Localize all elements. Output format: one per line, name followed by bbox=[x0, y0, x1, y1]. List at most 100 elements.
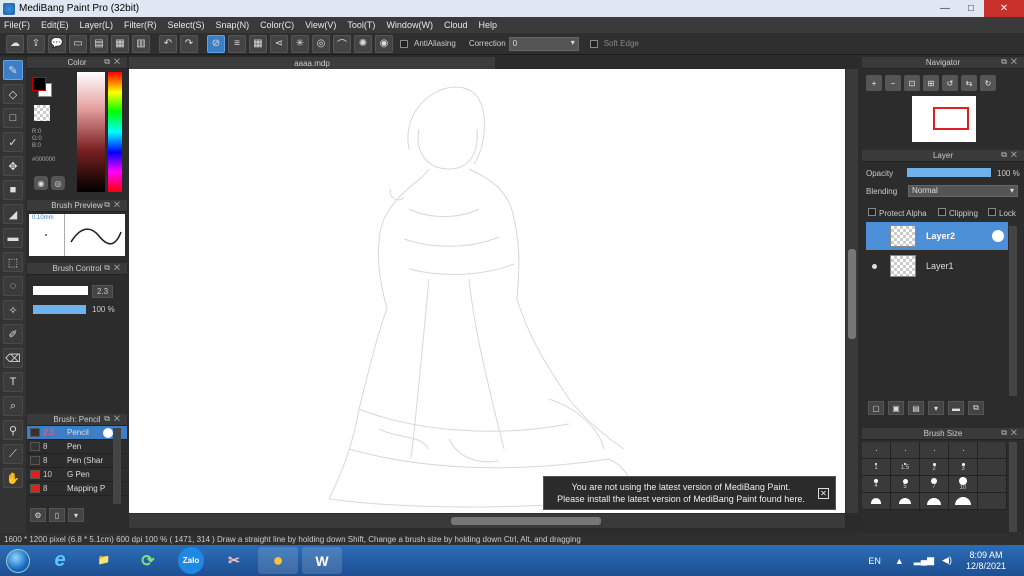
panel-controls[interactable]: ⧉✕ bbox=[104, 57, 124, 67]
correction-select[interactable]: 0 bbox=[508, 36, 579, 51]
new-layer-icon[interactable]: ▢ bbox=[868, 401, 884, 415]
brush-size-cell[interactable] bbox=[949, 442, 978, 459]
brush-size-cell[interactable] bbox=[920, 442, 949, 459]
move-tool-icon[interactable]: ✥ bbox=[3, 156, 23, 176]
new-8bit-layer-icon[interactable]: ▤ bbox=[908, 401, 924, 415]
brush-size-cell[interactable] bbox=[862, 493, 891, 510]
clipping-checkbox[interactable] bbox=[938, 208, 946, 216]
select-tool-icon[interactable]: ⬚ bbox=[3, 252, 23, 272]
brush-settings-icon[interactable] bbox=[103, 427, 113, 438]
internet-explorer-icon[interactable]: e bbox=[40, 547, 80, 574]
snap-circle-icon[interactable]: ◎ bbox=[312, 34, 330, 53]
layout-icon[interactable]: ▥ bbox=[132, 34, 150, 53]
zoom-in-icon[interactable]: + bbox=[866, 75, 882, 91]
brush-size-cell[interactable] bbox=[862, 442, 891, 459]
upload-icon[interactable]: ⇪ bbox=[27, 34, 45, 53]
check-tool-icon[interactable]: ✓ bbox=[3, 132, 23, 152]
panel-controls[interactable]: ⧉✕ bbox=[104, 414, 124, 424]
menu-file[interactable]: File(F) bbox=[4, 20, 30, 30]
foreground-color-swatch[interactable] bbox=[32, 77, 46, 91]
maximize-button[interactable]: □ bbox=[958, 0, 984, 17]
panel-controls[interactable]: ⧉✕ bbox=[1001, 150, 1021, 160]
snap-curve-icon[interactable]: ⌒ bbox=[333, 34, 351, 53]
refresh-app-icon[interactable]: ⟳ bbox=[128, 547, 168, 574]
minimize-button[interactable]: — bbox=[932, 0, 958, 17]
hand-tool-icon[interactable]: ✋ bbox=[3, 468, 23, 488]
undo-icon[interactable]: ↶ bbox=[159, 34, 177, 53]
brush-opacity-slider[interactable] bbox=[33, 305, 86, 314]
brush-page-icon[interactable]: ▯ bbox=[49, 508, 65, 522]
fill-rect-icon[interactable]: ■ bbox=[3, 180, 23, 200]
color-wheel-icon[interactable]: ◉ bbox=[34, 176, 48, 190]
brush-size-cell[interactable] bbox=[978, 442, 1007, 459]
layer-visibility-icon[interactable] bbox=[872, 264, 877, 269]
comment-icon[interactable]: ▭ bbox=[69, 34, 87, 53]
canvas-horizontal-scrollbar[interactable] bbox=[129, 514, 845, 528]
brush-item[interactable]: 8 Pen (Shar bbox=[27, 454, 127, 468]
brush-size-value[interactable]: 2.3 bbox=[92, 285, 114, 298]
panel-controls[interactable]: ⧉✕ bbox=[104, 263, 124, 273]
redo-icon[interactable]: ↷ bbox=[180, 34, 198, 53]
brush-size-cell[interactable] bbox=[978, 459, 1007, 476]
hue-slider[interactable] bbox=[108, 72, 122, 192]
snap-parallel-icon[interactable]: ≡ bbox=[228, 34, 246, 53]
brush-size-cell[interactable] bbox=[891, 493, 920, 510]
network-icon[interactable]: ▂▄▆ bbox=[914, 555, 934, 566]
divide-tool-icon[interactable]: ⟋ bbox=[3, 444, 23, 464]
navigator-viewport[interactable] bbox=[933, 107, 969, 130]
magic-wand-icon[interactable]: ✧ bbox=[3, 300, 23, 320]
brush-size-cell[interactable]: 10 bbox=[949, 476, 978, 493]
bucket-tool-icon[interactable]: ◢ bbox=[3, 204, 23, 224]
notification-close-icon[interactable]: ✕ bbox=[818, 487, 829, 499]
actual-size-icon[interactable]: ⊞ bbox=[923, 75, 939, 91]
gradient-tool-icon[interactable]: ▬ bbox=[3, 228, 23, 248]
brush-size-slider[interactable] bbox=[33, 286, 88, 295]
brush-size-cell[interactable] bbox=[978, 476, 1007, 493]
brush-size-cell[interactable]: 1.5 bbox=[891, 459, 920, 476]
menu-snap[interactable]: Snap(N) bbox=[216, 20, 250, 30]
panel-controls[interactable]: ⧉✕ bbox=[1001, 57, 1021, 67]
clipping-option[interactable]: Clipping bbox=[938, 208, 978, 218]
menu-edit[interactable]: Edit(E) bbox=[41, 20, 69, 30]
tray-expand-icon[interactable]: ▲ bbox=[895, 556, 904, 566]
fit-window-icon[interactable]: ⊡ bbox=[904, 75, 920, 91]
chat-icon[interactable]: 💬 bbox=[48, 34, 66, 53]
menu-view[interactable]: View(V) bbox=[305, 20, 336, 30]
brush-size-scrollbar[interactable] bbox=[1009, 442, 1017, 532]
layer-settings-icon[interactable] bbox=[992, 230, 1004, 242]
select-pen-icon[interactable]: ✐ bbox=[3, 324, 23, 344]
close-button[interactable]: ✕ bbox=[984, 0, 1024, 17]
menu-layer[interactable]: Layer(L) bbox=[80, 20, 114, 30]
eraser-tool-icon[interactable]: ◇ bbox=[3, 84, 23, 104]
eyedropper-icon[interactable]: ⚲ bbox=[3, 420, 23, 440]
notification-line-2[interactable]: Please install the latest version of Med… bbox=[544, 493, 818, 505]
blending-select[interactable]: Normal bbox=[908, 185, 1018, 197]
folder-icon[interactable]: ▬ bbox=[948, 401, 964, 415]
brush-size-cell[interactable] bbox=[891, 442, 920, 459]
brush-size-cell[interactable]: 7 bbox=[920, 476, 949, 493]
snap-settings-icon[interactable]: ✺ bbox=[354, 34, 372, 53]
volume-icon[interactable]: ◀) bbox=[942, 555, 952, 566]
operation-tool-icon[interactable]: ⌕ bbox=[3, 396, 23, 416]
menu-color[interactable]: Color(C) bbox=[260, 20, 294, 30]
snap-radial-icon[interactable]: ✳ bbox=[291, 34, 309, 53]
grid-icon[interactable]: ▦ bbox=[111, 34, 129, 53]
color-settings-icon[interactable]: ◎ bbox=[51, 176, 65, 190]
brush-size-cell[interactable]: 2 bbox=[920, 459, 949, 476]
protect-alpha-checkbox[interactable] bbox=[868, 208, 876, 216]
menu-tool[interactable]: Tool(T) bbox=[347, 20, 375, 30]
menu-help[interactable]: Help bbox=[478, 20, 497, 30]
brush-size-cell[interactable] bbox=[978, 493, 1007, 510]
brush-size-cell[interactable]: 1 bbox=[862, 459, 891, 476]
brush-menu-icon[interactable]: ▾ bbox=[68, 508, 84, 522]
duplicate-layer-icon[interactable]: ⧉ bbox=[968, 401, 984, 415]
lock-checkbox[interactable] bbox=[988, 208, 996, 216]
snap-grid-icon[interactable]: ▦ bbox=[249, 34, 267, 53]
brush-list-scrollbar[interactable] bbox=[113, 428, 121, 504]
word-icon[interactable]: W bbox=[302, 547, 342, 574]
cloud-icon[interactable]: ☁ bbox=[6, 34, 24, 53]
snap-toggle-icon[interactable]: ◉ bbox=[375, 34, 393, 53]
drawing-canvas[interactable] bbox=[129, 69, 845, 513]
start-button[interactable] bbox=[0, 547, 36, 575]
text-tool-icon[interactable]: T bbox=[3, 372, 23, 392]
